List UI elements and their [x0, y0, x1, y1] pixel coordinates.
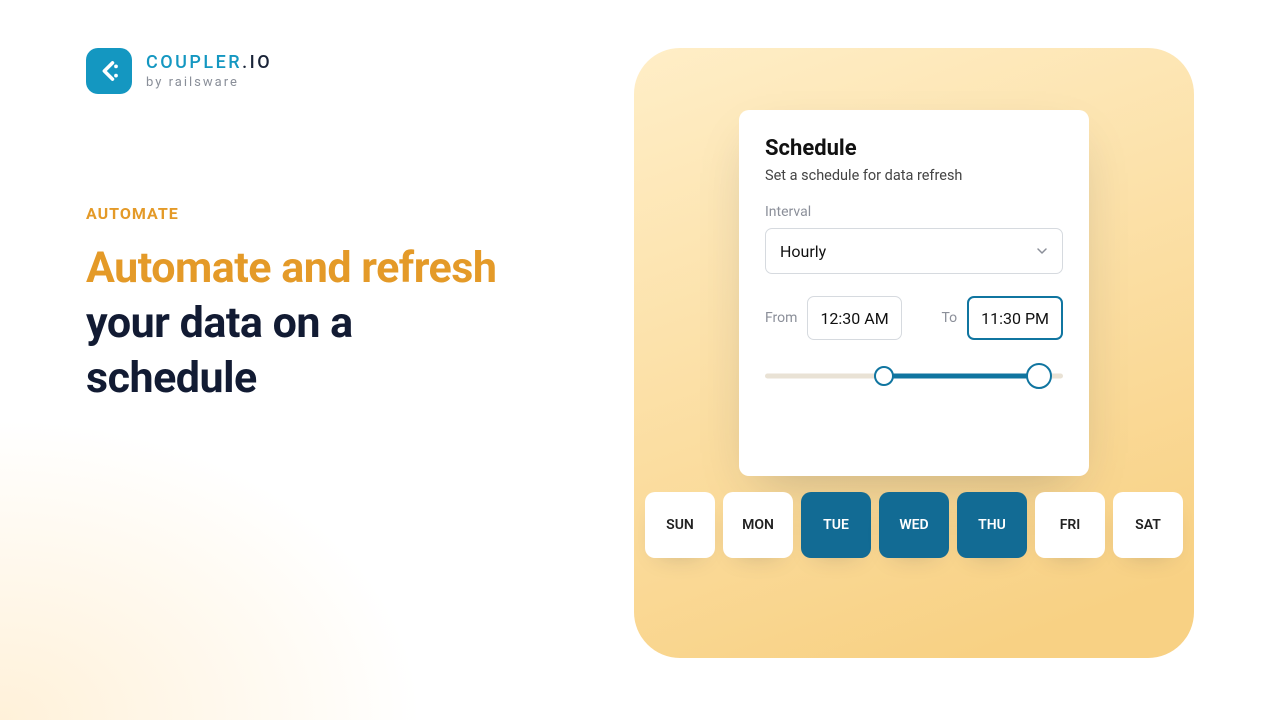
- hero-eyebrow: AUTOMATE: [86, 204, 526, 223]
- interval-select[interactable]: Hourly: [765, 228, 1063, 274]
- feature-panel: Schedule Set a schedule for data refresh…: [634, 48, 1194, 658]
- to-time-input[interactable]: 11:30 PM: [967, 296, 1063, 340]
- schedule-subtitle: Set a schedule for data refresh: [765, 167, 1063, 184]
- interval-label: Interval: [765, 204, 1063, 220]
- day-toggle-thu[interactable]: THU: [957, 492, 1027, 558]
- day-toggle-sun[interactable]: SUN: [645, 492, 715, 558]
- hero-headline: Automate and refresh your data on a sche…: [86, 241, 526, 406]
- day-toggle-sat[interactable]: SAT: [1113, 492, 1183, 558]
- chevron-down-icon: [1036, 242, 1048, 261]
- brand-wordmark: COUPLER.IO by railsware: [146, 54, 272, 89]
- time-range-slider[interactable]: [765, 366, 1063, 386]
- to-label: To: [941, 310, 957, 326]
- from-time-value: 12:30 AM: [820, 309, 888, 328]
- slider-handle-end[interactable]: [1026, 363, 1052, 389]
- from-label: From: [765, 310, 797, 326]
- interval-value: Hourly: [780, 242, 826, 261]
- brand-logo: COUPLER.IO by railsware: [86, 48, 526, 94]
- to-time-value: 11:30 PM: [981, 309, 1049, 328]
- from-time-input[interactable]: 12:30 AM: [807, 296, 901, 340]
- hero-headline-accent: Automate and refresh: [86, 243, 496, 293]
- brand-name-suffix: .IO: [242, 52, 272, 73]
- slider-track-fill: [884, 374, 1039, 379]
- day-toggle-fri[interactable]: FRI: [1035, 492, 1105, 558]
- brand-byline: by railsware: [146, 76, 272, 89]
- slider-handle-start[interactable]: [874, 366, 894, 386]
- day-toggle-wed[interactable]: WED: [879, 492, 949, 558]
- days-row: SUNMONTUEWEDTHUFRISAT: [645, 492, 1183, 558]
- brand-name: COUPLER: [146, 52, 242, 73]
- day-toggle-tue[interactable]: TUE: [801, 492, 871, 558]
- day-toggle-mon[interactable]: MON: [723, 492, 793, 558]
- brand-mark-icon: [86, 48, 132, 94]
- schedule-card: Schedule Set a schedule for data refresh…: [739, 110, 1089, 476]
- hero-headline-rest: your data on a schedule: [86, 298, 353, 403]
- schedule-title: Schedule: [765, 136, 1063, 161]
